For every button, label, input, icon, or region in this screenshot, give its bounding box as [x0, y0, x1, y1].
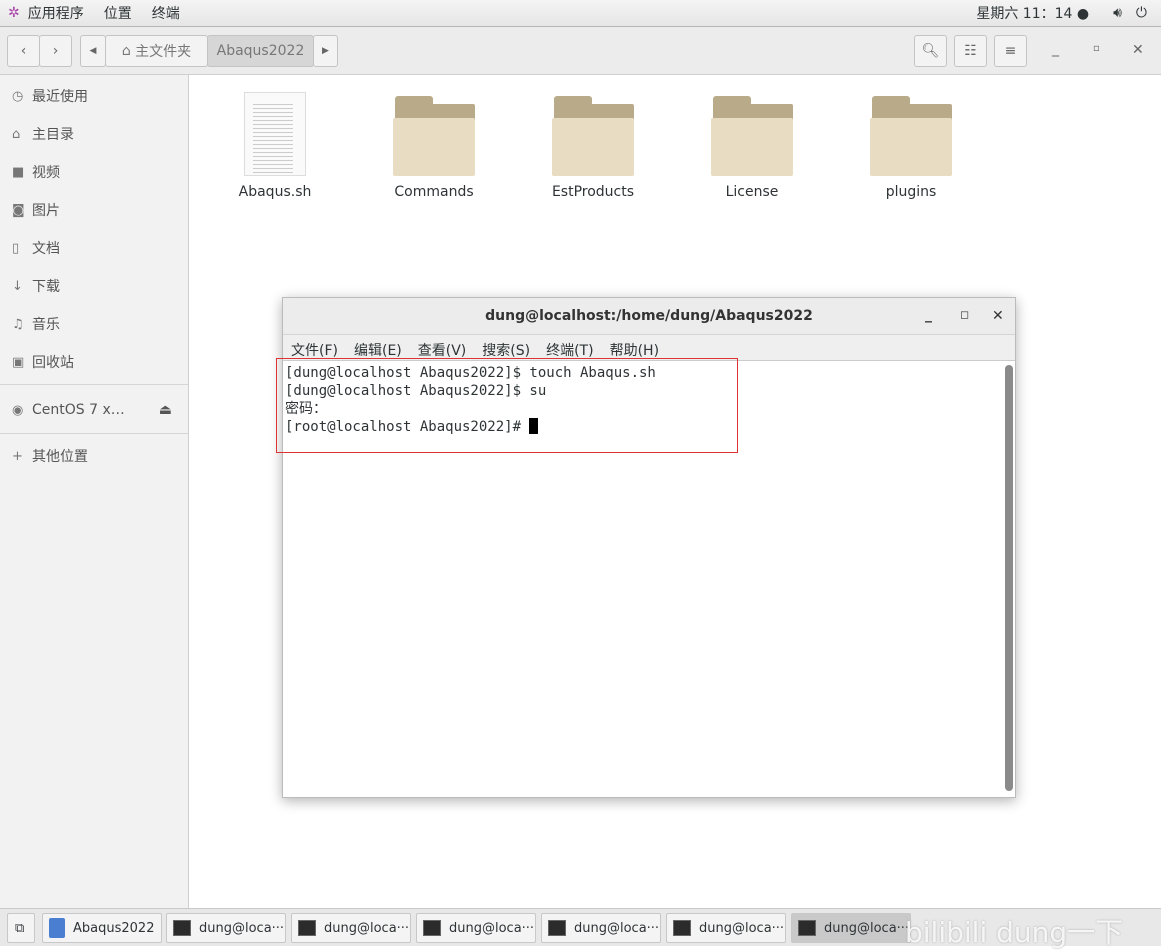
- taskbar-item[interactable]: Abaqus2022: [42, 913, 162, 943]
- folder-icon: [870, 92, 952, 176]
- folder-item[interactable]: EstProducts: [533, 92, 653, 200]
- file-manager-toolbar: ‹ › ◀ ⌂ 主文件夹 Abaqus2022 ▶ 🔍︎ ☷ ≡ _ ▫ ✕: [0, 27, 1161, 75]
- sidebar-item-music[interactable]: ♫ 音乐: [12, 312, 60, 336]
- video-icon: ■: [12, 164, 25, 180]
- clock[interactable]: 星期六 11：14 ●: [976, 3, 1089, 23]
- taskbar-item[interactable]: dung@loca···: [416, 913, 536, 943]
- highlight-box: [276, 358, 738, 453]
- music-icon: ♫: [12, 316, 24, 332]
- close-button[interactable]: ✕: [1132, 42, 1144, 58]
- taskbar-item[interactable]: dung@loca···: [291, 913, 411, 943]
- folder-icon: [711, 92, 793, 176]
- top-bar: ✲ 应用程序 位置 终端 星期六 11：14 ● 🔊︎ ⏻: [0, 0, 1161, 27]
- search-button[interactable]: 🔍︎: [914, 35, 947, 67]
- home-icon: ⌂: [12, 126, 21, 142]
- disc-icon: ◉: [12, 402, 24, 418]
- terminal-icon: [673, 920, 691, 936]
- folder-icon: [393, 92, 475, 176]
- terminal-icon: [798, 920, 816, 936]
- menu-search[interactable]: 搜索(S): [482, 340, 530, 360]
- taskbar-item[interactable]: dung@loca···: [166, 913, 286, 943]
- minimize-button[interactable]: _: [1052, 41, 1059, 57]
- list-view-icon: ☷: [964, 43, 977, 59]
- path-left-button[interactable]: ◀: [80, 35, 106, 67]
- menu-terminal[interactable]: 终端: [152, 3, 180, 23]
- file-item[interactable]: Abaqus.sh: [215, 92, 335, 200]
- terminal-icon: [298, 920, 316, 936]
- camera-icon: ◙: [12, 202, 25, 218]
- path-current[interactable]: Abaqus2022: [207, 35, 314, 67]
- desktop-icon: ⧉: [15, 920, 25, 936]
- sidebar: ◷ 最近使用 ⌂ 主目录 ■ 视频 ◙ 图片 ▯ 文档 ↓ 下载 ♫ 音乐 ▣ 回收站 ◉ Cen…: [0, 75, 189, 908]
- menu-edit[interactable]: 编辑(E): [354, 340, 402, 360]
- menu-applications[interactable]: 应用程序: [28, 3, 84, 23]
- text-file-icon: [244, 92, 306, 176]
- sidebar-item-downloads[interactable]: ↓ 下载: [12, 274, 60, 298]
- taskbar-item[interactable]: dung@loca···: [666, 913, 786, 943]
- eject-icon[interactable]: ⏏: [159, 402, 172, 418]
- hamburger-icon: ≡: [1004, 43, 1017, 59]
- sidebar-item-recent[interactable]: ◷ 最近使用: [12, 84, 88, 108]
- folder-icon: [552, 92, 634, 176]
- terminal-icon: [173, 920, 191, 936]
- maximize-button[interactable]: ▫: [1093, 43, 1100, 54]
- maximize-button[interactable]: ◻: [960, 308, 969, 321]
- home-icon: ⌂: [121, 43, 136, 59]
- sidebar-item-home[interactable]: ⌂ 主目录: [12, 122, 74, 146]
- menu-view[interactable]: 查看(V): [418, 340, 467, 360]
- forward-button[interactable]: ›: [39, 35, 72, 67]
- divider: [0, 384, 188, 385]
- plus-icon: +: [12, 448, 23, 464]
- sidebar-item-trash[interactable]: ▣ 回收站: [12, 350, 74, 374]
- app-menu-icon[interactable]: ✲: [8, 5, 20, 21]
- file-cabinet-icon: [49, 918, 65, 938]
- folder-item[interactable]: License: [692, 92, 812, 200]
- search-icon: 🔍︎: [921, 43, 940, 59]
- menu-places[interactable]: 位置: [104, 3, 132, 23]
- volume-icon[interactable]: 🔊︎: [1113, 5, 1122, 21]
- taskbar-item-active[interactable]: dung@loca···: [791, 913, 911, 943]
- trash-icon: ▣: [12, 354, 25, 370]
- divider: [0, 433, 188, 434]
- download-icon: ↓: [12, 278, 23, 294]
- show-desktop-button[interactable]: ⧉: [7, 913, 35, 943]
- back-button[interactable]: ‹: [7, 35, 40, 67]
- menu-file[interactable]: 文件(F): [291, 340, 338, 360]
- menu-terminal[interactable]: 终端(T): [546, 340, 593, 360]
- power-icon[interactable]: ⏻: [1136, 5, 1147, 21]
- taskbar: ⧉ Abaqus2022 dung@loca··· dung@loca··· d…: [0, 908, 1161, 949]
- view-toggle-button[interactable]: ☷: [954, 35, 987, 67]
- folder-item[interactable]: plugins: [851, 92, 971, 200]
- sidebar-item-other-locations[interactable]: + 其他位置: [12, 444, 88, 468]
- sidebar-item-pictures[interactable]: ◙ 图片: [12, 198, 60, 222]
- path-home[interactable]: ⌂ 主文件夹: [105, 35, 208, 67]
- close-button[interactable]: ✕: [992, 308, 1004, 324]
- minimize-button[interactable]: _: [925, 307, 932, 323]
- terminal-icon: [548, 920, 566, 936]
- menu-button[interactable]: ≡: [994, 35, 1027, 67]
- terminal-icon: [423, 920, 441, 936]
- menu-help[interactable]: 帮助(H): [610, 340, 659, 360]
- clock-icon: ◷: [12, 88, 24, 104]
- path-right-button[interactable]: ▶: [313, 35, 338, 67]
- document-icon: ▯: [12, 240, 20, 256]
- terminal-title-bar[interactable]: dung@localhost:/home/dung/Abaqus2022 _ ◻…: [283, 298, 1015, 335]
- sidebar-item-device[interactable]: ◉ CentOS 7 x… ⏏: [12, 398, 172, 422]
- sidebar-item-videos[interactable]: ■ 视频: [12, 160, 60, 184]
- scrollbar[interactable]: [1005, 365, 1013, 791]
- watermark: bilibili dung一下: [905, 916, 1124, 949]
- sidebar-item-documents[interactable]: ▯ 文档: [12, 236, 60, 260]
- folder-item[interactable]: Commands: [374, 92, 494, 200]
- taskbar-item[interactable]: dung@loca···: [541, 913, 661, 943]
